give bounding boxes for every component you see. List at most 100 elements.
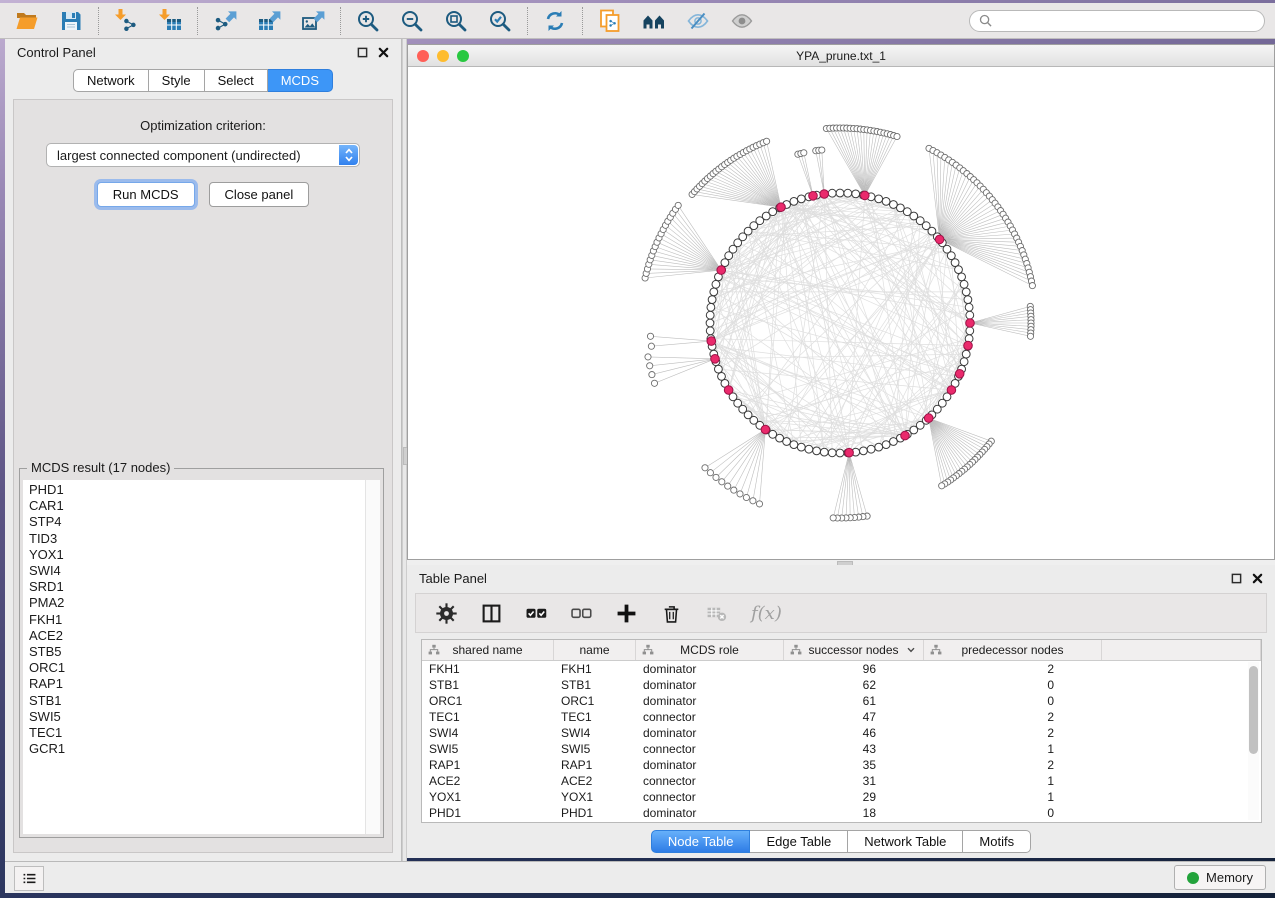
mcds-result-item[interactable]: YOX1: [23, 547, 365, 563]
zoom-fit-button[interactable]: [443, 8, 469, 34]
tab-style[interactable]: Style: [149, 69, 205, 92]
table-row[interactable]: PHD1PHD1dominator180: [422, 805, 1261, 821]
memory-button[interactable]: Memory: [1174, 865, 1266, 890]
table-cell: STB1: [422, 678, 554, 692]
deselect-all-button[interactable]: [571, 603, 592, 624]
sort-indicator-icon: [906, 645, 916, 655]
table-row[interactable]: SWI4SWI4dominator462: [422, 725, 1261, 741]
mcds-result-item[interactable]: CAR1: [23, 498, 365, 514]
mcds-result-item[interactable]: ORC1: [23, 660, 365, 676]
table-cell: connector: [636, 742, 784, 756]
first-neighbors-icon: [642, 9, 666, 33]
window-zoom-button[interactable]: [457, 50, 469, 62]
column-header-shared-name[interactable]: shared name: [422, 640, 554, 660]
search-box[interactable]: [969, 10, 1265, 32]
mcds-result-item[interactable]: STP4: [23, 514, 365, 530]
column-header-name[interactable]: name: [554, 640, 636, 660]
table-scrollbar[interactable]: [1248, 662, 1259, 820]
table-cell: dominator: [636, 662, 784, 676]
table-row[interactable]: STB1STB1dominator620: [422, 677, 1261, 693]
column-header-predecessor-nodes[interactable]: predecessor nodes: [924, 640, 1102, 660]
tab-select[interactable]: Select: [205, 69, 268, 92]
tab-motifs[interactable]: Motifs: [963, 830, 1031, 853]
tab-node-table[interactable]: Node Table: [651, 830, 751, 853]
delete-table-icon: [706, 603, 727, 624]
export-image-button[interactable]: [300, 8, 326, 34]
tab-mcds[interactable]: MCDS: [268, 69, 333, 92]
import-network-button[interactable]: [113, 8, 139, 34]
table-cell: dominator: [636, 758, 784, 772]
float-panel-icon[interactable]: [1231, 573, 1242, 584]
window-close-button[interactable]: [417, 50, 429, 62]
table-row[interactable]: ORC1ORC1dominator610: [422, 693, 1261, 709]
mcds-result-item[interactable]: ACE2: [23, 628, 365, 644]
mcds-result-item[interactable]: TEC1: [23, 725, 365, 741]
mcds-result-title: MCDS result (17 nodes): [27, 460, 174, 475]
result-list-scrollbar[interactable]: [365, 480, 380, 834]
close-mcds-panel-button[interactable]: Close panel: [209, 182, 310, 207]
table-row[interactable]: TEC1TEC1connector472: [422, 709, 1261, 725]
control-panel-header: Control Panel: [5, 39, 401, 65]
search-input[interactable]: [998, 13, 1255, 29]
open-folder-button[interactable]: [14, 8, 40, 34]
column-label: predecessor nodes: [961, 643, 1063, 657]
mcds-result-item[interactable]: RAP1: [23, 676, 365, 692]
table-cell: YOX1: [554, 790, 636, 804]
column-header-mcds-role[interactable]: MCDS role: [636, 640, 784, 660]
export-table-button[interactable]: [256, 8, 282, 34]
change-table-mode-icon: [436, 603, 457, 624]
show-columns-button[interactable]: [481, 603, 502, 624]
select-all-icon: [526, 603, 547, 624]
export-network-button[interactable]: [212, 8, 238, 34]
run-mcds-button[interactable]: Run MCDS: [97, 182, 195, 207]
table-row[interactable]: RAP1RAP1dominator352: [422, 757, 1261, 773]
mcds-result-item[interactable]: SWI4: [23, 563, 365, 579]
clone-network-button[interactable]: [597, 8, 623, 34]
mcds-result-item[interactable]: STB1: [23, 693, 365, 709]
table-row[interactable]: YOX1YOX1connector291: [422, 789, 1261, 805]
criterion-dropdown[interactable]: largest connected component (undirected): [46, 143, 360, 167]
task-history-button[interactable]: [14, 866, 44, 891]
close-panel-icon[interactable]: [1252, 573, 1263, 584]
float-panel-icon[interactable]: [357, 47, 368, 58]
import-table-button[interactable]: [157, 8, 183, 34]
tab-network-table[interactable]: Network Table: [848, 830, 963, 853]
window-minimize-button[interactable]: [437, 50, 449, 62]
hide-selected-button[interactable]: [685, 8, 711, 34]
scrollbar-thumb[interactable]: [1249, 666, 1258, 754]
table-cell: connector: [636, 790, 784, 804]
mcds-result-listbox: PHD1CAR1STP4TID3YOX1SWI4SRD1PMA2FKH1ACE2…: [23, 480, 380, 834]
first-neighbors-button[interactable]: [641, 8, 667, 34]
refresh-view-button[interactable]: [542, 8, 568, 34]
mcds-result-item[interactable]: PHD1: [23, 482, 365, 498]
mcds-result-item[interactable]: GCR1: [23, 741, 365, 757]
table-cell: STB1: [554, 678, 636, 692]
table-row[interactable]: ACE2ACE2connector311: [422, 773, 1261, 789]
zoom-out-button[interactable]: [399, 8, 425, 34]
network-view-canvas[interactable]: [408, 67, 1274, 560]
mcds-result-item[interactable]: SWI5: [23, 709, 365, 725]
mcds-result-item[interactable]: PMA2: [23, 595, 365, 611]
table-cell: dominator: [636, 678, 784, 692]
table-cell: SWI5: [422, 742, 554, 756]
close-panel-icon[interactable]: [378, 47, 389, 58]
save-session-button[interactable]: [58, 8, 84, 34]
select-all-button[interactable]: [526, 603, 547, 624]
create-column-button[interactable]: [616, 603, 637, 624]
mcds-result-item[interactable]: STB5: [23, 644, 365, 660]
mcds-result-item[interactable]: TID3: [23, 531, 365, 547]
table-tabs: Node TableEdge TableNetwork TableMotifs: [407, 830, 1275, 853]
tab-edge-table[interactable]: Edge Table: [750, 830, 848, 853]
show-all-button[interactable]: [729, 8, 755, 34]
zoom-selected-button[interactable]: [487, 8, 513, 34]
mcds-result-item[interactable]: FKH1: [23, 612, 365, 628]
change-table-mode-button[interactable]: [436, 603, 457, 624]
tab-network[interactable]: Network: [73, 69, 149, 92]
zoom-in-button[interactable]: [355, 8, 381, 34]
delete-columns-button[interactable]: [661, 603, 682, 624]
mcds-result-list: PHD1CAR1STP4TID3YOX1SWI4SRD1PMA2FKH1ACE2…: [23, 482, 365, 834]
mcds-result-item[interactable]: SRD1: [23, 579, 365, 595]
table-row[interactable]: SWI5SWI5connector431: [422, 741, 1261, 757]
table-row[interactable]: FKH1FKH1dominator962: [422, 661, 1261, 677]
column-header-successor-nodes[interactable]: successor nodes: [784, 640, 924, 660]
